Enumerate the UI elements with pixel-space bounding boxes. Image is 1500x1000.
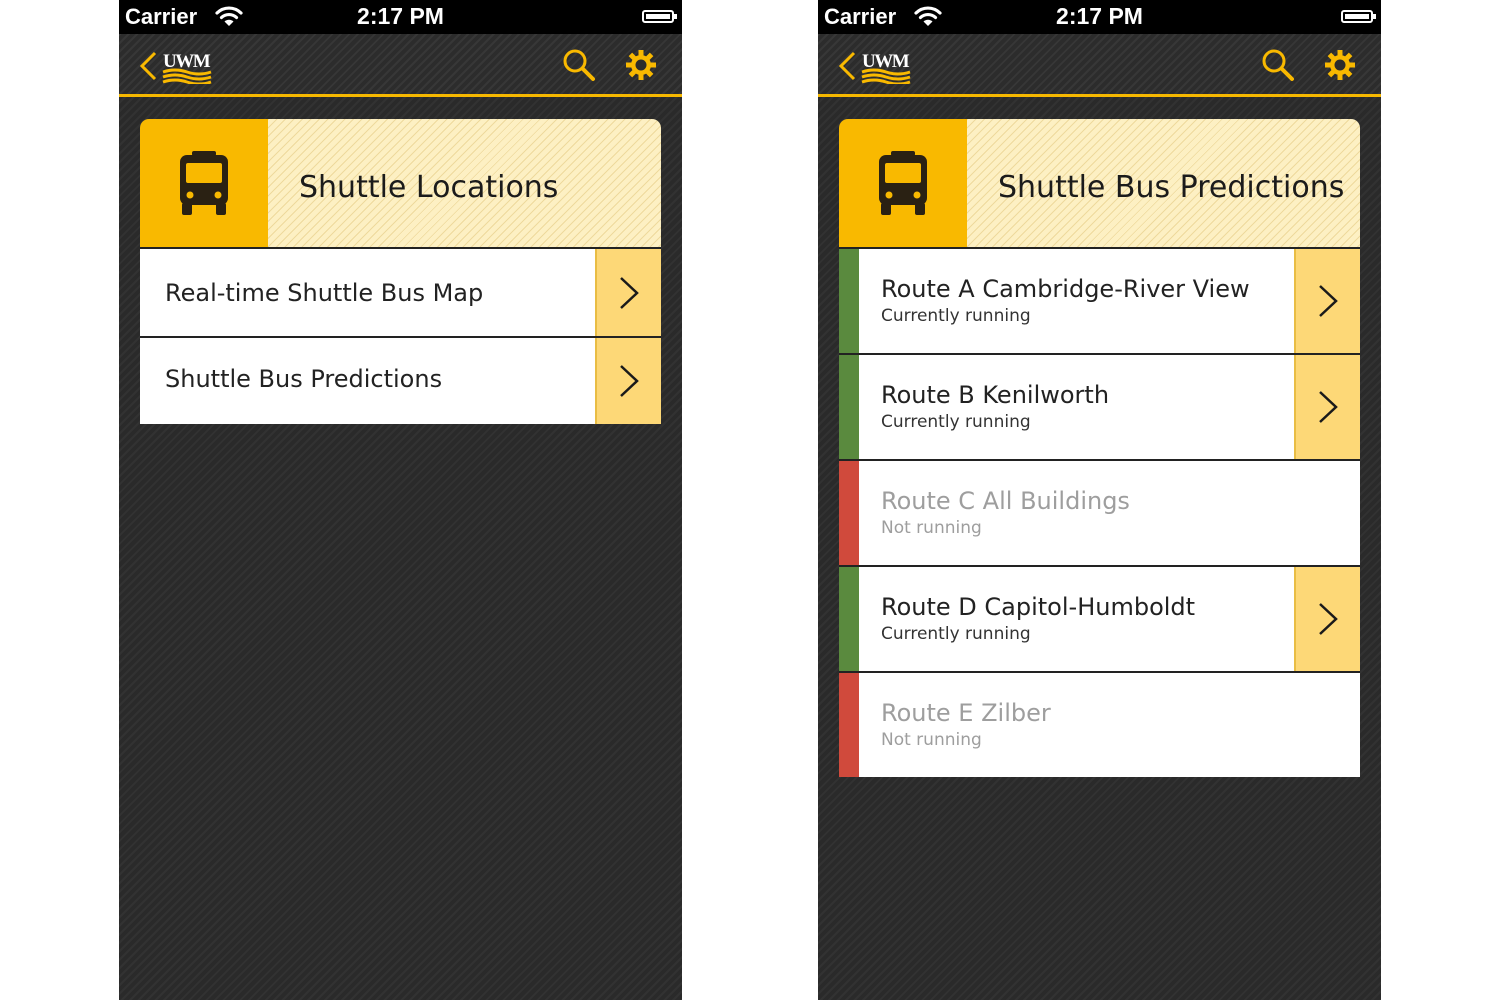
chevron-right-icon (620, 276, 639, 309)
page-title: Shuttle Bus Predictions (998, 170, 1345, 205)
route-row-b[interactable]: Route B Kenilworth Currently running (839, 355, 1360, 461)
route-status: Not running (881, 518, 982, 538)
chevron-cell[interactable] (1294, 567, 1360, 671)
status-bar: Carrier 2:17 PM (818, 0, 1381, 34)
route-status: Currently running (881, 412, 1031, 432)
status-bar: Carrier 2:17 PM (119, 0, 682, 34)
chevron-cell[interactable] (595, 338, 661, 424)
header-icon-box (839, 119, 967, 247)
settings-button[interactable] (1323, 48, 1357, 82)
header-title-box: Shuttle Locations (268, 119, 661, 247)
menu-item-bus-predictions[interactable]: Shuttle Bus Predictions (140, 338, 661, 424)
chevron-right-icon (1319, 391, 1338, 423)
search-icon (563, 49, 595, 81)
route-row-e: Route E Zilber Not running (839, 673, 1360, 777)
search-icon (1262, 49, 1294, 81)
route-status: Currently running (881, 306, 1031, 326)
nav-bar: UWM (818, 34, 1381, 97)
clock: 2:17 PM (357, 3, 444, 29)
page-title: Shuttle Locations (299, 170, 559, 205)
status-indicator-running (839, 567, 859, 671)
route-status: Currently running (881, 624, 1031, 644)
gear-icon (1325, 50, 1355, 80)
back-button[interactable]: UWM (137, 46, 217, 86)
nav-bar: UWM (119, 34, 682, 97)
menu-item-realtime-map[interactable]: Real-time Shuttle Bus Map (140, 249, 661, 338)
header-icon-box (140, 119, 268, 247)
route-row-c: Route C All Buildings Not running (839, 461, 1360, 567)
chevron-right-icon (1319, 285, 1338, 317)
page-header: Shuttle Bus Predictions (839, 119, 1360, 249)
battery-icon (642, 10, 677, 23)
route-name: Route B Kenilworth (881, 381, 1110, 409)
chevron-cell[interactable] (595, 249, 661, 336)
shuttle-locations-card: Shuttle Locations Real-time Shuttle Bus … (140, 119, 661, 424)
uwm-logo: UWM (162, 51, 212, 84)
back-chevron-icon (139, 51, 157, 81)
search-button[interactable] (562, 48, 596, 82)
route-name: Route A Cambridge-River View (881, 275, 1250, 303)
chevron-cell[interactable] (1294, 249, 1360, 353)
route-row-d[interactable]: Route D Capitol-Humboldt Currently runni… (839, 567, 1360, 673)
chevron-right-icon (620, 365, 639, 397)
shuttle-predictions-screen: Carrier 2:17 PM UWM Shuttle Bus Predicti… (818, 0, 1381, 1000)
status-indicator-not-running (839, 673, 859, 777)
chevron-cell[interactable] (1294, 355, 1360, 459)
menu-item-label: Shuttle Bus Predictions (165, 365, 443, 393)
route-status: Not running (881, 730, 982, 750)
shuttle-locations-screen: Carrier 2:17 PM UWM Shuttle Locations Re… (119, 0, 682, 1000)
back-chevron-icon (838, 51, 856, 81)
status-indicator-not-running (839, 461, 859, 565)
clock: 2:17 PM (1056, 3, 1143, 29)
route-name: Route C All Buildings (881, 487, 1130, 515)
back-button[interactable]: UWM (836, 46, 916, 86)
bus-icon (879, 151, 927, 215)
shuttle-predictions-card: Shuttle Bus Predictions Route A Cambridg… (839, 119, 1360, 777)
settings-button[interactable] (624, 48, 658, 82)
menu-item-label: Real-time Shuttle Bus Map (165, 279, 484, 307)
route-name: Route E Zilber (881, 699, 1051, 727)
page-header: Shuttle Locations (140, 119, 661, 249)
bus-icon (180, 151, 228, 215)
uwm-logo: UWM (861, 51, 911, 84)
gear-icon (626, 50, 656, 80)
route-row-a[interactable]: Route A Cambridge-River View Currently r… (839, 249, 1360, 355)
battery-icon (1341, 10, 1376, 23)
header-title-box: Shuttle Bus Predictions (967, 119, 1360, 247)
chevron-right-icon (1319, 603, 1338, 635)
status-indicator-running (839, 355, 859, 459)
status-indicator-running (839, 249, 859, 353)
search-button[interactable] (1261, 48, 1295, 82)
route-name: Route D Capitol-Humboldt (881, 593, 1196, 621)
